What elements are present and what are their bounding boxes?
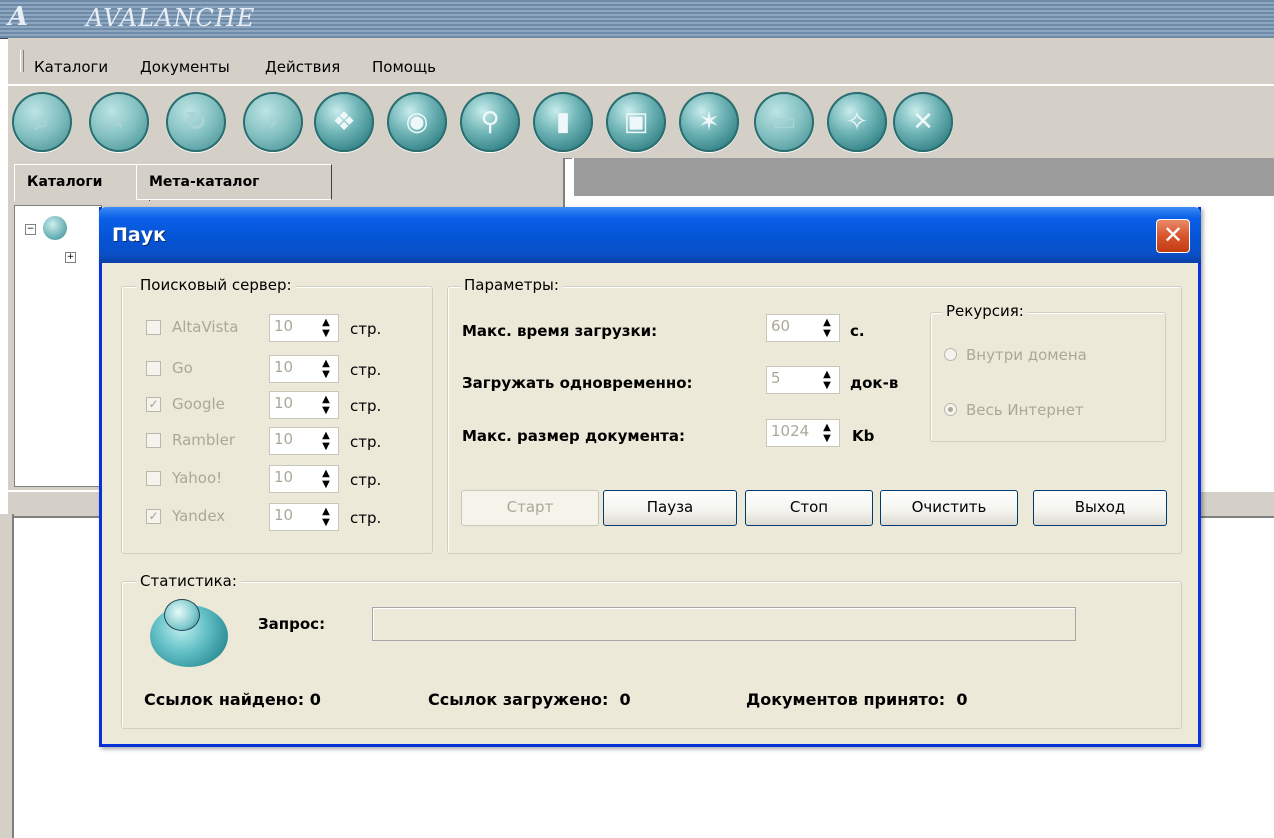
radio-whole-internet-label: Весь Интернет	[966, 401, 1084, 419]
go-pages-spinner[interactable]: 10 ▲ ▼	[269, 355, 339, 383]
menu-catalogs[interactable]: Каталоги	[34, 58, 108, 76]
forward-icon[interactable]: ›	[243, 92, 303, 152]
exit-button[interactable]: Выход	[1033, 490, 1167, 526]
catalog-tree[interactable]: − +	[14, 205, 102, 487]
search-icon[interactable]: ⌕	[12, 92, 72, 152]
go-checkbox[interactable]	[146, 361, 161, 376]
google-checkbox[interactable]: ✓	[146, 397, 161, 412]
rambler-label: Rambler	[172, 431, 235, 449]
menu-grip	[20, 50, 24, 72]
radio-inside-domain[interactable]	[944, 348, 957, 361]
dialog-close-button[interactable]: ✕	[1156, 219, 1190, 253]
disc-icon[interactable]: ◉	[387, 92, 447, 152]
spider-icon[interactable]: ✶	[679, 92, 739, 152]
yandex-unit: стр.	[350, 509, 382, 527]
concurrent-label: Загружать одновременно:	[462, 374, 693, 392]
rambler-pages-spinner[interactable]: 10 ▲ ▼	[269, 427, 339, 455]
query-field	[372, 607, 1076, 641]
yandex-label: Yandex	[172, 507, 226, 525]
catalog-icon[interactable]: ❖	[314, 92, 374, 152]
tab-meta-catalog[interactable]: Мета-каталог	[136, 164, 332, 200]
lower-panel-edge	[0, 514, 14, 838]
yahoo-checkbox[interactable]	[146, 471, 161, 486]
recursion-legend: Рекурсия:	[942, 302, 1028, 320]
rambler-checkbox[interactable]	[146, 433, 161, 448]
right-panel-header	[572, 158, 1274, 196]
radio-whole-internet[interactable]	[944, 403, 957, 416]
pause-button[interactable]: Пауза	[603, 490, 737, 526]
menu-documents[interactable]: Документы	[140, 58, 230, 76]
google-label: Google	[172, 395, 225, 413]
go-unit: стр.	[350, 361, 382, 379]
yahoo-pages-spinner[interactable]: 10 ▲ ▼	[269, 465, 339, 493]
yandex-pages-spinner[interactable]: 10 ▲ ▼	[269, 503, 339, 531]
params-legend: Параметры:	[460, 276, 563, 294]
recursion-group	[930, 312, 1166, 442]
globe-spider-icon	[150, 599, 228, 667]
altavista-checkbox[interactable]	[146, 320, 161, 335]
yahoo-label: Yahoo!	[172, 469, 223, 487]
yahoo-unit: стр.	[350, 471, 382, 489]
altavista-unit: стр.	[350, 320, 382, 338]
concurrent-spinner[interactable]: 5 ▲ ▼	[766, 366, 840, 394]
altavista-label: AltaVista	[172, 318, 239, 336]
max-load-time-label: Макс. время загрузки:	[462, 322, 658, 340]
query-label: Запрос:	[258, 615, 326, 633]
wand-icon[interactable]: ✧	[827, 92, 887, 152]
google-pages-spinner[interactable]: 10 ▲ ▼	[269, 391, 339, 419]
document-icon[interactable]: ▣	[606, 92, 666, 152]
toolbar: ⌕ ‹ ↻ › ❖ ◉ ⚲ ▮ ▣ ✶ ▭ ✧ ✕	[8, 85, 1274, 159]
stop-button[interactable]: Стоп	[745, 490, 873, 526]
menu-help[interactable]: Помощь	[372, 58, 436, 76]
concurrent-unit: док-в	[850, 374, 899, 392]
close-icon[interactable]: ✕	[893, 92, 953, 152]
max-size-spinner[interactable]: 1024 ▲ ▼	[766, 419, 840, 447]
max-load-time-spinner[interactable]: 60 ▲ ▼	[766, 314, 840, 342]
altavista-pages-spinner[interactable]: 10 ▲ ▼	[269, 314, 339, 342]
start-button[interactable]: Старт	[461, 490, 599, 526]
docs-accepted-stat: Документов принято: 0	[746, 690, 968, 709]
max-load-time-unit: с.	[850, 322, 865, 340]
menu-actions[interactable]: Действия	[265, 58, 340, 76]
yandex-checkbox[interactable]: ✓	[146, 509, 161, 524]
go-label: Go	[172, 359, 193, 377]
tree-expand-icon[interactable]: +	[65, 252, 76, 263]
refresh-icon[interactable]: ↻	[166, 92, 226, 152]
radio-inside-domain-label: Внутри домена	[966, 346, 1087, 364]
links-found-stat: Ссылок найдено: 0	[144, 690, 321, 709]
max-size-unit: Kb	[852, 427, 875, 445]
dialog-title-bar[interactable]	[99, 207, 1201, 263]
tree-collapse-icon[interactable]: −	[25, 224, 36, 235]
max-size-label: Макс. размер документа:	[462, 427, 686, 445]
app-logo: A	[8, 2, 29, 32]
back-icon[interactable]: ‹	[89, 92, 149, 152]
avalanche-root-icon	[43, 216, 67, 240]
links-loaded-stat: Ссылок загружено: 0	[428, 690, 631, 709]
clipboard-icon[interactable]: ▮	[533, 92, 593, 152]
clear-button[interactable]: Очистить	[880, 490, 1018, 526]
package-icon[interactable]: ▭	[754, 92, 814, 152]
google-unit: стр.	[350, 397, 382, 415]
search-server-legend: Поисковый сервер:	[136, 276, 296, 294]
rambler-unit: стр.	[350, 433, 382, 451]
stats-legend: Статистика:	[136, 572, 241, 590]
menu-bar: Каталоги Документы Действия Помощь	[8, 38, 1274, 85]
app-title: AVALANCHE	[86, 4, 256, 32]
dialog-title: Паук	[112, 224, 167, 246]
find-icon[interactable]: ⚲	[460, 92, 520, 152]
tab-catalogs[interactable]: Каталоги	[14, 164, 150, 201]
